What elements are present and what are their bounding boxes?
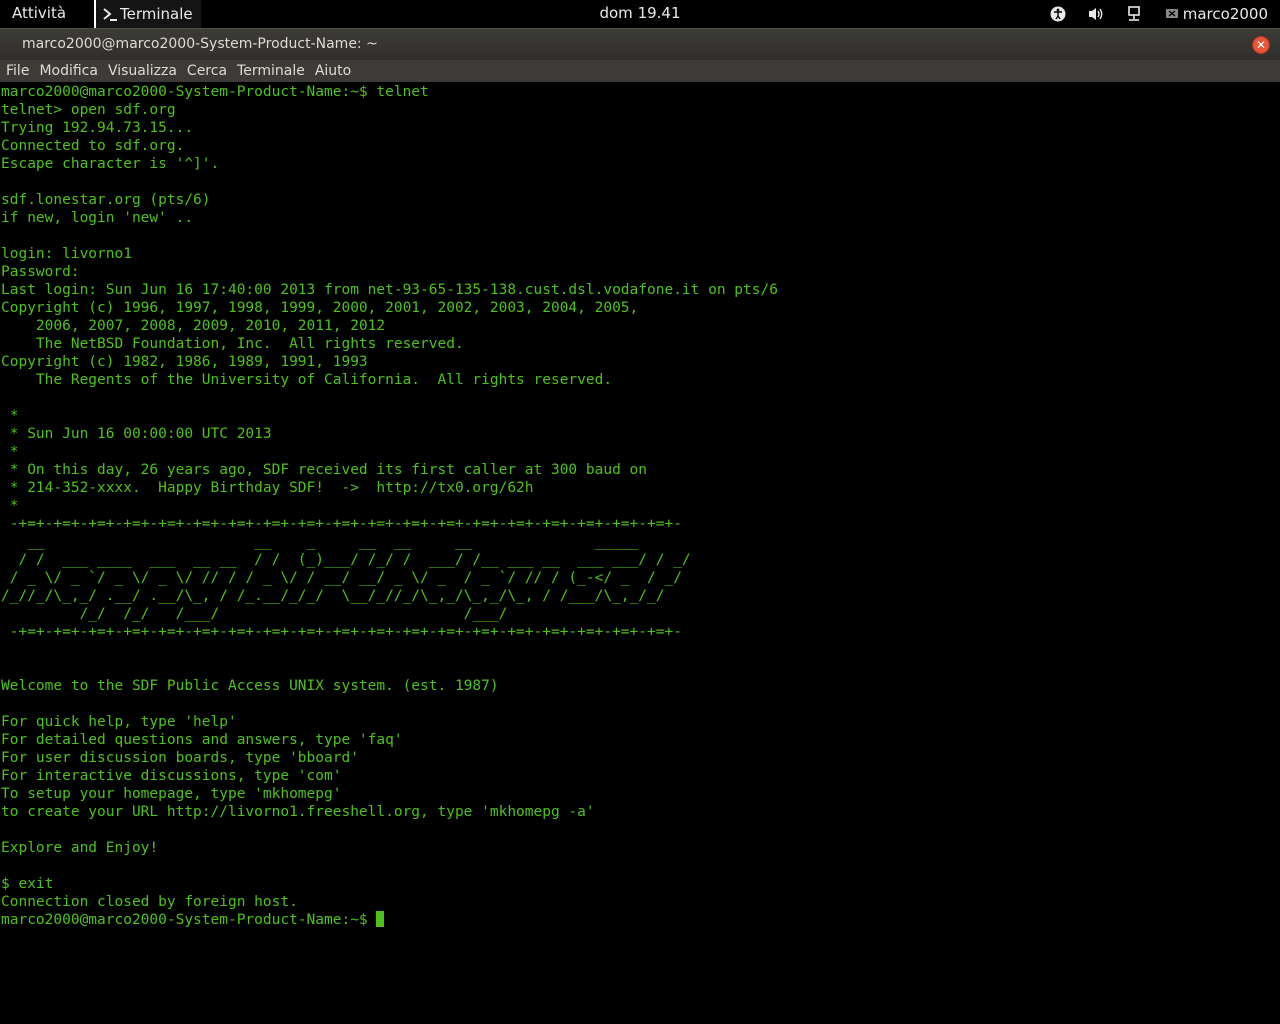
menu-visualizza[interactable]: Visualizza xyxy=(103,60,182,82)
menu-cerca[interactable]: Cerca xyxy=(182,60,232,82)
user-name: marco2000 xyxy=(1182,5,1268,23)
terminal-line: To setup your homepage, type 'mkhomepg' xyxy=(1,786,342,802)
top-panel: Attività Terminale dom 19.41 marco2000 xyxy=(0,0,1280,28)
terminal-output: marco2000@marco2000-System-Product-Name:… xyxy=(0,83,1280,929)
activities-button[interactable]: Attività xyxy=(12,4,66,22)
terminal-line: Copyright (c) 1996, 1997, 1998, 1999, 20… xyxy=(1,300,639,316)
terminal-prompt: marco2000@marco2000-System-Product-Name:… xyxy=(1,912,377,928)
menu-aiuto[interactable]: Aiuto xyxy=(310,60,356,82)
app-menu-label: Terminale xyxy=(120,5,193,23)
terminal-line: -+=+-+=+-+=+-+=+-+=+-+=+-+=+-+=+-+=+-+=+… xyxy=(9,624,682,640)
terminal-area[interactable]: marco2000@marco2000-System-Product-Name:… xyxy=(0,83,1280,1024)
terminal-line: 2006, 2007, 2008, 2009, 2010, 2011, 2012 xyxy=(35,318,386,334)
terminal-line: Escape character is '^]'. xyxy=(1,156,220,172)
terminal-line: Welcome to the SDF Public Access UNIX sy… xyxy=(1,678,499,694)
menu-file[interactable]: File xyxy=(0,60,34,82)
menu-bar: File Modifica Visualizza Cerca Terminale… xyxy=(0,60,1280,82)
terminal-line: For quick help, type 'help' xyxy=(1,714,237,730)
network-icon[interactable] xyxy=(1125,5,1143,23)
terminal-icon xyxy=(102,7,118,21)
terminal-line: * 214-352-xxxx. Happy Birthday SDF! -> h… xyxy=(9,480,534,496)
terminal-line: * xyxy=(9,498,19,514)
close-icon[interactable]: ✕ xyxy=(1252,36,1270,54)
terminal-line: Password: xyxy=(1,264,80,280)
menu-terminale[interactable]: Terminale xyxy=(232,60,310,82)
terminal-line: __ __ _ __ __ __ _____ xyxy=(27,534,639,550)
user-menu[interactable]: marco2000 xyxy=(1165,5,1268,23)
terminal-line: * Sun Jun 16 00:00:00 UTC 2013 xyxy=(9,426,272,442)
user-status-icon xyxy=(1165,5,1179,23)
terminal-line: Trying 192.94.73.15... xyxy=(1,120,194,136)
terminal-line: telnet> open sdf.org xyxy=(1,102,176,118)
terminal-line: $ exit xyxy=(1,876,54,892)
terminal-line: Explore and Enjoy! xyxy=(1,840,159,856)
app-menu[interactable]: Terminale xyxy=(94,0,201,28)
terminal-line: Copyright (c) 1982, 1986, 1989, 1991, 19… xyxy=(1,354,368,370)
terminal-line: if new, login 'new' .. xyxy=(1,210,194,226)
accessibility-icon[interactable] xyxy=(1049,5,1067,23)
terminal-line: Last login: Sun Jun 16 17:40:00 2013 fro… xyxy=(1,282,778,298)
terminal-line: For user discussion boards, type 'bboard… xyxy=(1,750,359,766)
terminal-line: * xyxy=(9,408,19,424)
terminal-line: to create your URL http://livorno1.frees… xyxy=(1,804,595,820)
system-tray: marco2000 xyxy=(1039,0,1268,28)
terminal-line: For detailed questions and answers, type… xyxy=(1,732,403,748)
terminal-line: For interactive discussions, type 'com' xyxy=(1,768,342,784)
terminal-line: Connected to sdf.org. xyxy=(1,138,185,154)
terminal-line: * On this day, 26 years ago, SDF receive… xyxy=(9,462,648,478)
terminal-line: marco2000@marco2000-System-Product-Name:… xyxy=(1,84,429,100)
volume-icon[interactable] xyxy=(1087,5,1105,23)
terminal-line: The Regents of the University of Califor… xyxy=(35,372,613,388)
terminal-line: The NetBSD Foundation, Inc. All rights r… xyxy=(35,336,464,352)
terminal-line: login: livorno1 xyxy=(1,246,132,262)
terminal-cursor xyxy=(376,911,385,927)
terminal-line: * xyxy=(9,444,19,460)
menu-modifica[interactable]: Modifica xyxy=(34,60,103,82)
window-titlebar[interactable]: marco2000@marco2000-System-Product-Name:… xyxy=(0,28,1280,61)
terminal-line: /_/ /_/ /___/ /___/ xyxy=(79,606,508,622)
terminal-line: -+=+-+=+-+=+-+=+-+=+-+=+-+=+-+=+-+=+-+=+… xyxy=(9,516,682,532)
terminal-line: sdf.lonestar.org (pts/6) xyxy=(1,192,211,208)
terminal-line: / _ \/ _ `/ _ \/ _ \/ // / / _ \/ / __/ … xyxy=(9,570,682,586)
terminal-line: /_//_/\_,_/ .__/ .__/\_, / /_.__/_/_/ \_… xyxy=(1,588,665,604)
terminal-line: Connection closed by foreign host. xyxy=(1,894,298,910)
terminal-line: / / ___ ____ ___ __ __ / / (_)___/ /_/ /… xyxy=(18,552,691,568)
window-title: marco2000@marco2000-System-Product-Name:… xyxy=(22,36,378,52)
clock[interactable]: dom 19.41 xyxy=(599,4,680,22)
